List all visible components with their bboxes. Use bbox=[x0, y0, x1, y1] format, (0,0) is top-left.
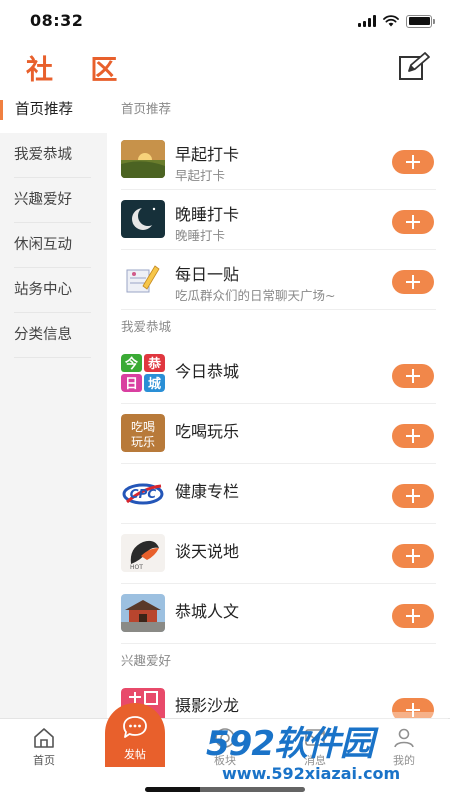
follow-button[interactable] bbox=[392, 364, 434, 388]
wifi-icon bbox=[383, 15, 399, 27]
header: 社 区 bbox=[0, 44, 450, 88]
icon-text: HOT bbox=[130, 564, 143, 571]
today-gongcheng-icon: 今 恭 日 城 bbox=[121, 354, 165, 392]
health-cpc-icon: CPC bbox=[121, 474, 165, 512]
compose-icon[interactable] bbox=[398, 52, 430, 82]
follow-button[interactable] bbox=[392, 150, 434, 174]
row-subtitle: 晚睡打卡 bbox=[175, 228, 226, 243]
icon-text: CPC bbox=[130, 487, 157, 501]
list-item[interactable]: 吃喝 玩乐 吃喝玩乐 bbox=[121, 404, 436, 464]
list-item[interactable]: 晚睡打卡 晚睡打卡 bbox=[121, 190, 436, 250]
tab-home[interactable]: 首页 bbox=[14, 727, 74, 768]
tab-post[interactable]: 发帖 bbox=[105, 703, 165, 767]
icon-char: 吃喝 bbox=[131, 420, 155, 434]
sidebar-item-hobbies[interactable]: 兴趣爱好 bbox=[14, 178, 91, 223]
battery-icon bbox=[406, 14, 435, 28]
paper-pencil-icon bbox=[121, 260, 165, 298]
icon-char: 今 bbox=[124, 356, 139, 372]
tab-label: 首页 bbox=[33, 754, 55, 767]
chat-bubble-icon bbox=[123, 716, 147, 738]
follow-button[interactable] bbox=[392, 210, 434, 234]
icon-char: 日 bbox=[125, 377, 138, 392]
follow-button[interactable] bbox=[392, 484, 434, 508]
section-title: 我爱恭城 bbox=[121, 319, 172, 334]
row-subtitle: 早起打卡 bbox=[175, 168, 226, 183]
row-title: 健康专栏 bbox=[175, 482, 240, 501]
icon-char: 恭 bbox=[147, 356, 162, 372]
section-title: 兴趣爱好 bbox=[121, 653, 172, 668]
row-title: 早起打卡 bbox=[175, 145, 240, 164]
follow-button[interactable] bbox=[392, 604, 434, 628]
row-title: 恭城人文 bbox=[175, 602, 240, 621]
list-item[interactable]: 每日一贴 吃瓜群众们的日常聊天广场~ bbox=[121, 250, 436, 310]
icon-char: 城 bbox=[148, 376, 161, 392]
watermark: 592软件园 www.592xiazai.com bbox=[200, 712, 448, 794]
signal-icon bbox=[358, 15, 376, 27]
sidebar-item-leisure[interactable]: 休闲互动 bbox=[14, 223, 91, 268]
list-item[interactable]: CPC 健康专栏 bbox=[121, 464, 436, 524]
follow-button[interactable] bbox=[392, 270, 434, 294]
list-item[interactable]: 恭城人文 bbox=[121, 584, 436, 644]
watermark-url: www.592xiazai.com bbox=[222, 764, 401, 783]
sunrise-icon bbox=[121, 140, 165, 178]
icon-char: 玩乐 bbox=[131, 435, 155, 449]
list-item[interactable]: 早起打卡 早起打卡 bbox=[121, 130, 436, 190]
home-icon bbox=[34, 728, 54, 748]
chat-hot-icon: HOT bbox=[121, 534, 165, 572]
sidebar-item-classified[interactable]: 分类信息 bbox=[14, 313, 91, 358]
page-title: 社 区 bbox=[26, 55, 132, 86]
status-time: 08:32 bbox=[30, 11, 84, 30]
row-title: 吃喝玩乐 bbox=[175, 422, 240, 441]
follow-button[interactable] bbox=[392, 544, 434, 568]
row-subtitle: 吃瓜群众们的日常聊天广场~ bbox=[175, 288, 336, 303]
row-title: 晚睡打卡 bbox=[175, 205, 240, 224]
watermark-logo: 592软件园 bbox=[206, 724, 374, 764]
moon-icon bbox=[121, 200, 165, 238]
row-title: 每日一贴 bbox=[175, 265, 240, 284]
sidebar-item-site-affairs[interactable]: 站务中心 bbox=[14, 268, 91, 313]
status-icons bbox=[358, 14, 435, 28]
status-bar: 08:32 bbox=[0, 0, 450, 44]
temple-icon bbox=[121, 594, 165, 632]
list-item[interactable]: 今 恭 日 城 今日恭城 bbox=[121, 344, 436, 404]
sidebar: 首页推荐 我爱恭城 兴趣爱好 休闲互动 站务中心 分类信息 bbox=[0, 88, 107, 718]
eat-drink-play-icon: 吃喝 玩乐 bbox=[121, 414, 165, 452]
sidebar-item-homepage-recommend[interactable]: 首页推荐 bbox=[0, 88, 107, 133]
section-title: 首页推荐 bbox=[121, 101, 172, 116]
tab-label: 发帖 bbox=[124, 748, 146, 761]
sidebar-item-love-gongcheng[interactable]: 我爱恭城 bbox=[14, 133, 91, 178]
row-title: 谈天说地 bbox=[175, 542, 240, 561]
forum-list: 首页推荐 早起打卡 早起打卡 晚睡打卡 晚睡打卡 每日一贴 吃瓜群众们的日常聊天… bbox=[107, 88, 450, 718]
row-title: 今日恭城 bbox=[175, 362, 240, 381]
follow-button[interactable] bbox=[392, 424, 434, 448]
list-item[interactable]: HOT 谈天说地 bbox=[121, 524, 436, 584]
